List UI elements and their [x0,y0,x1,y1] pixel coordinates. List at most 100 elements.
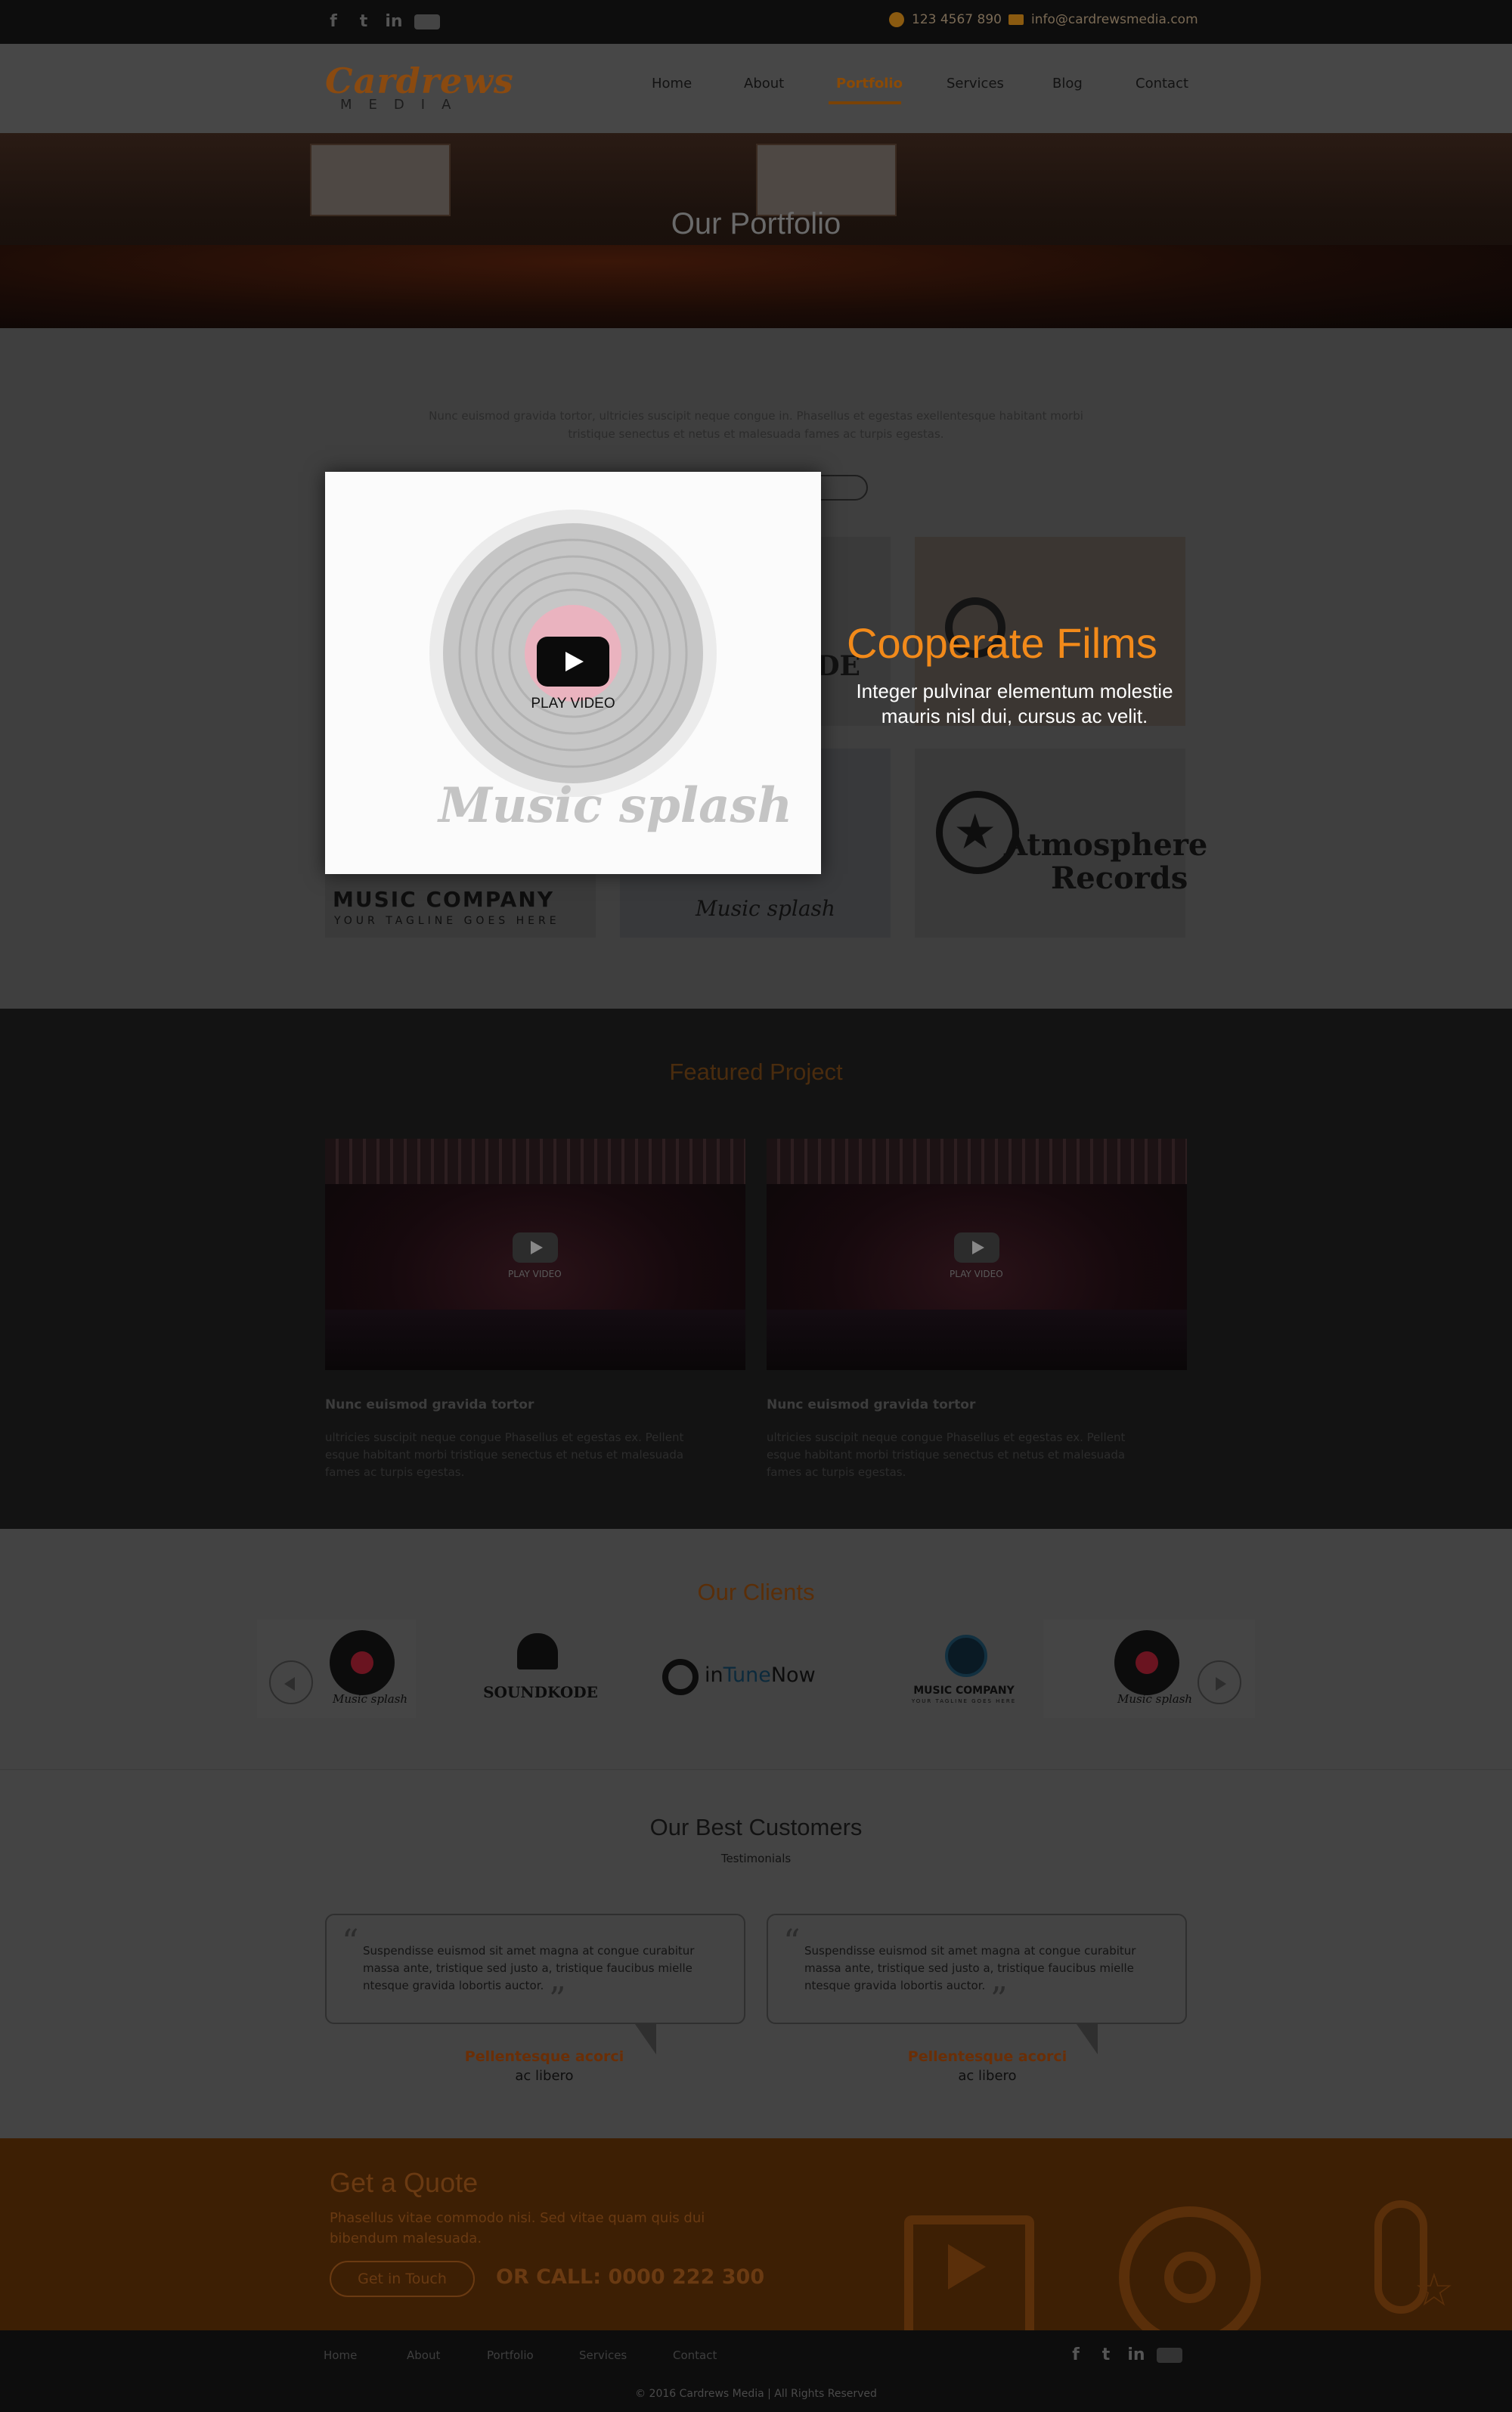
client-logo[interactable]: SOUNDKODE [454,1620,627,1718]
client-logo[interactable]: inTuneNow [658,1620,832,1718]
footer-nav-services[interactable]: Services [579,2348,627,2362]
linkedin-icon[interactable]: in [1126,2345,1146,2365]
footer-nav-contact[interactable]: Contact [673,2348,717,2362]
get-in-touch-button[interactable]: Get in Touch [330,2261,475,2297]
customers-title: Our Best Customers [649,1814,863,1840]
call-number: OR CALL: 0000 222 300 [496,2265,765,2289]
clients-title: Our Clients [697,1579,815,1605]
play-icon[interactable] [513,1232,558,1263]
modal-logo-text: Music splash [438,777,793,834]
linkedin-icon[interactable]: in [384,12,404,32]
nav-about[interactable]: About [744,76,784,91]
footer-nav-home[interactable]: Home [324,2348,357,2362]
nav-active-underline [829,101,901,104]
clients-section: Our Clients Music splash SOUNDKODE inTun… [0,1529,1512,1769]
tile-music-company-sub: YOUR TAGLINE GOES HERE [334,915,560,927]
tile-atmosphere-sub: Records [1051,860,1188,896]
copyright: © 2016 Cardrews Media | All Rights Reser… [635,2388,877,2400]
reel-icon [662,1659,699,1695]
testimonials-section: Our Best Customers Testimonials “ Suspen… [0,1769,1512,2138]
close-quote-icon: ” [549,1980,566,2019]
carousel-prev-button[interactable] [269,1660,313,1704]
twitter-icon[interactable]: t [1096,2345,1116,2365]
piano-icon [517,1633,558,1669]
stage-floor [325,1310,745,1370]
overlay-description: Integer pulvinar elementum molestie maur… [856,680,1173,727]
testimonial-text: Suspendisse euismod sit amet magna at co… [363,1944,695,1992]
video-file-icon [904,2215,1034,2330]
open-quote-icon: “ [783,1923,801,1961]
open-quote-icon: “ [342,1923,359,1961]
project-heading: Nunc euismod gravida tortor [325,1397,534,1412]
nav-blog[interactable]: Blog [1052,76,1083,91]
client-name: Music splash [333,1692,408,1706]
close-quote-icon: ” [990,1980,1008,2019]
play-video-label: PLAY VIDEO [508,1269,562,1279]
featured-video-1[interactable]: PLAY VIDEO [325,1139,745,1370]
testimonial-bubble: “ Suspendisse euismod sit amet magna at … [325,1914,745,2024]
email-address[interactable]: info@cardrewsmedia.com [1031,12,1198,27]
tile-music-company-text: MUSIC COMPANY [333,887,555,912]
vinyl-play-icon [1119,2206,1261,2330]
site-logo[interactable]: Cardrews MEDIA [325,60,514,121]
logo-main: Cardrews [325,60,514,101]
testimonial-bubble: “ Suspendisse euismod sit amet magna at … [767,1914,1187,2024]
site-footer: Home About Portfolio Services Contact f … [0,2330,1512,2412]
overlay-title: Cooperate Films [847,619,1157,667]
logo-sub: MEDIA [340,97,468,113]
hero-audience [0,245,1512,328]
quote-section: Get a Quote Phasellus vitae commodo nisi… [0,2138,1512,2330]
project-text: ultricies suscipit neque congue Phasellu… [767,1431,1126,1479]
customers-subtitle: Testimonials [720,1852,792,1865]
youtube-icon[interactable] [1157,2348,1182,2363]
hero-screen-right [756,144,897,216]
project-heading: Nunc euismod gravida tortor [767,1397,976,1412]
email-contact[interactable]: info@cardrewsmedia.com [1009,12,1198,27]
stage-lights [325,1139,745,1184]
nav-services[interactable]: Services [947,76,1004,91]
footer-social: f t in [1066,2344,1182,2367]
hero-banner: Our Portfolio [0,133,1512,328]
testimonial-sub: ac libero [958,2068,1017,2084]
nav-portfolio[interactable]: Portfolio [836,76,903,91]
footer-nav-portfolio[interactable]: Portfolio [487,2348,534,2362]
play-icon [565,652,584,671]
nav-contact[interactable]: Contact [1136,76,1188,91]
phone-number: 123 4567 890 [912,12,1002,27]
tile-atmosphere-text: Atmosphere [1004,827,1208,863]
youtube-icon[interactable] [414,14,440,29]
client-name: SOUNDKODE [483,1683,598,1701]
client-name: MUSIC COMPANY [913,1685,1015,1697]
client-logo[interactable]: MUSIC COMPANY YOUR TAGLINE GOES HERE [877,1620,1051,1718]
nav-home[interactable]: Home [652,76,692,91]
featured-video-2[interactable]: PLAY VIDEO [767,1139,1187,1370]
twitter-icon[interactable]: t [354,12,373,32]
facebook-icon[interactable]: f [324,12,343,32]
play-video-label: PLAY VIDEO [531,696,615,712]
quote-title: Get a Quote [330,2167,479,2198]
project-text: ultricies suscipit neque congue Phasellu… [325,1431,684,1479]
vinyl-blue-icon [945,1635,987,1677]
play-button[interactable] [537,637,609,687]
testimonial-name: Pellentesque acorci [907,2048,1067,2065]
play-icon[interactable] [954,1232,999,1263]
video-lightbox[interactable]: PLAY VIDEO Music splash [325,472,821,874]
stage-lights [767,1139,1187,1184]
client-name: inTuneNow [705,1663,816,1687]
intune-part-b: Tune [723,1663,771,1687]
phone-icon [889,12,904,27]
footer-nav-about[interactable]: About [407,2348,440,2362]
vinyl-icon [1114,1630,1179,1695]
quote-text: Phasellus vitae commodo nisi. Sed vitae … [330,2210,705,2246]
stage-floor [767,1310,1187,1370]
portfolio-intro: Nunc euismod gravida tortor, ultricies s… [429,409,1083,441]
testimonial-sub: ac libero [515,2068,574,2084]
intune-part-c: Now [770,1663,816,1687]
top-bar: f t in 123 4567 890 info@cardrewsmedia.c… [0,0,1512,44]
facebook-icon[interactable]: f [1066,2345,1086,2365]
vinyl-icon [330,1630,395,1695]
carousel-next-button[interactable] [1198,1660,1241,1704]
site-header: Cardrews MEDIA Home About Portfolio Serv… [0,44,1512,133]
tile-atmosphere[interactable]: ★ Atmosphere Records [915,749,1207,938]
mail-icon [1009,14,1024,25]
